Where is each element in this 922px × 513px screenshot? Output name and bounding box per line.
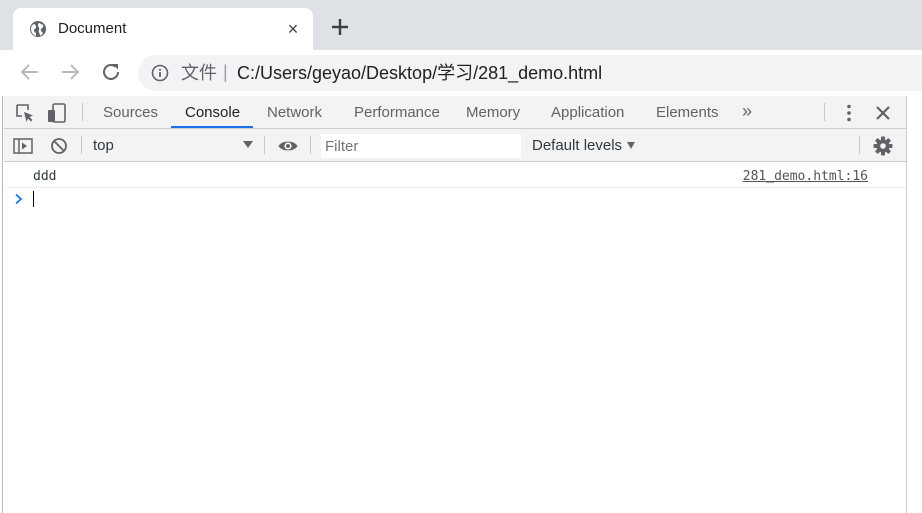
context-selector[interactable]: top: [93, 129, 114, 162]
tab-elements[interactable]: Elements: [656, 96, 719, 129]
chevron-right-icon: [15, 193, 23, 205]
gear-icon[interactable]: [872, 135, 894, 157]
console-output: ddd 281_demo.html:16: [4, 162, 906, 513]
browser-tab[interactable]: Document ×: [13, 8, 313, 50]
tab-strip: Document ×: [0, 0, 922, 50]
url-text[interactable]: C:/Users/geyao/Desktop/学习/281_demo.html: [237, 63, 602, 83]
console-prompt-input[interactable]: [33, 191, 893, 209]
console-message-source-link[interactable]: 281_demo.html:16: [743, 169, 868, 184]
eye-icon[interactable]: [277, 135, 299, 157]
tab-console[interactable]: Console: [185, 96, 240, 129]
console-toolbar: top Default levels: [4, 129, 906, 162]
tab-performance[interactable]: Performance: [354, 96, 440, 129]
toolbar-divider: [310, 136, 311, 154]
console-message: ddd 281_demo.html:16: [4, 162, 906, 188]
new-tab-icon[interactable]: [328, 15, 352, 39]
devtools-tab-bar: Sources Console Network Performance Memo…: [4, 96, 906, 129]
back-icon[interactable]: [18, 60, 42, 84]
more-tabs-button[interactable]: »: [742, 101, 752, 122]
toolbar-divider: [82, 103, 83, 121]
more-options-icon[interactable]: [838, 102, 860, 124]
tab-title: Document: [58, 20, 127, 37]
devtools-panel: Sources Console Network Performance Memo…: [4, 96, 906, 513]
globe-icon: [30, 21, 46, 37]
sidebar-toggle-icon[interactable]: [12, 135, 34, 157]
active-tab-indicator: [171, 126, 253, 128]
forward-icon[interactable]: [58, 60, 82, 84]
toolbar-divider: [824, 103, 825, 121]
console-message-text: ddd: [33, 169, 57, 184]
clear-console-icon[interactable]: [48, 135, 70, 157]
tab-network[interactable]: Network: [267, 96, 322, 129]
tab-application[interactable]: Application: [551, 96, 624, 129]
chevron-down-icon[interactable]: [627, 142, 635, 149]
close-icon[interactable]: [872, 102, 894, 124]
log-levels-dropdown[interactable]: Default levels: [532, 129, 622, 162]
address-bar[interactable]: 文件 | C:/Users/geyao/Desktop/学习/281_demo.…: [138, 55, 922, 91]
chevron-down-icon[interactable]: [243, 141, 253, 148]
url-separator: |: [223, 62, 228, 82]
reload-icon[interactable]: [99, 60, 123, 84]
info-icon[interactable]: [151, 64, 169, 82]
toolbar-divider: [859, 136, 860, 154]
toolbar-divider: [264, 136, 265, 154]
window-edge: [906, 96, 922, 513]
text-cursor: [33, 191, 34, 207]
device-toolbar-icon[interactable]: [46, 102, 68, 124]
tab-memory[interactable]: Memory: [466, 96, 520, 129]
page-viewport: [0, 96, 3, 513]
tab-close-button[interactable]: ×: [283, 19, 303, 39]
inspect-element-icon[interactable]: [14, 102, 36, 124]
toolbar-divider: [81, 136, 82, 154]
url-scheme: 文件: [181, 63, 217, 83]
navigation-bar: 文件 | C:/Users/geyao/Desktop/学习/281_demo.…: [0, 50, 922, 96]
tab-sources[interactable]: Sources: [103, 96, 158, 129]
filter-input[interactable]: [321, 134, 521, 158]
